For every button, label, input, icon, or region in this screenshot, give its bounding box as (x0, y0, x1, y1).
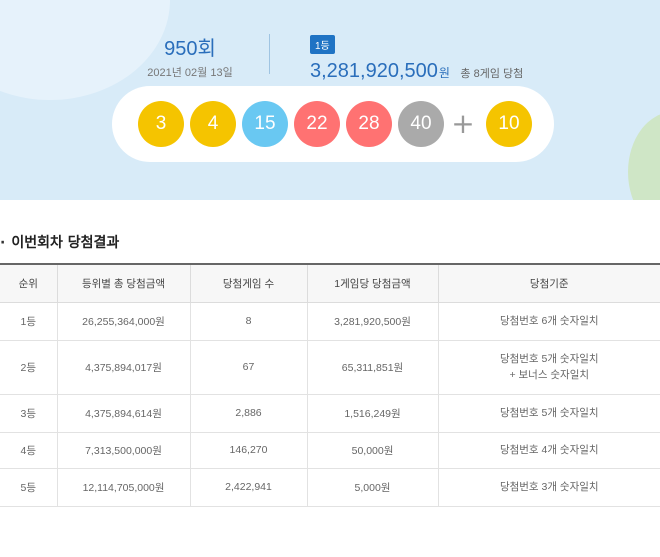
cell-criteria: 당첨번호 6개 숫자일치 (437, 301, 660, 341)
cell-per-game: 50,000원 (306, 431, 439, 469)
cell-per-game: 3,281,920,500원 (306, 301, 439, 341)
cell-total: 4,375,894,614원 (56, 393, 191, 433)
cell-games: 8 (189, 301, 308, 341)
plus-icon: + (451, 107, 475, 140)
number-ball: 3 (138, 101, 184, 147)
first-prize-info: 1등 3,281,920,500원 총 8게임 당첨 (310, 34, 523, 83)
bullet-icon: · (0, 235, 6, 251)
round-number-value: 950 (164, 38, 198, 60)
decorative-circle (628, 112, 660, 200)
table-row: 4등 7,313,500,000원 146,270 50,000원 당첨번호 4… (0, 431, 660, 469)
first-prize-unit: 원 (438, 66, 450, 80)
table-row: 3등 4,375,894,614원 2,886 1,516,249원 당첨번호 … (0, 393, 660, 433)
round-suffix: 회 (197, 38, 216, 60)
header-prize-per-game: 1게임당 당첨금액 (306, 263, 439, 303)
round-info: 950회 2021년 02월 13일 (140, 32, 240, 80)
cell-total: 4,375,894,017원 (56, 339, 191, 395)
number-ball: 4 (190, 101, 236, 147)
number-ball: 22 (294, 101, 340, 147)
table-row: 1등 26,255,364,000원 8 3,281,920,500원 당첨번호… (0, 301, 660, 341)
cell-criteria: 당첨번호 3개 숫자일치 (437, 467, 660, 507)
draw-result-banner: 950회 2021년 02월 13일 1등 3,281,920,500원 총 8… (0, 0, 660, 200)
section-title-text: 이번회차 당첨결과 (11, 235, 120, 251)
draw-date: 2021년 02월 13일 (147, 67, 233, 79)
section-title: · 이번회차 당첨결과 (0, 232, 119, 252)
cell-criteria: 당첨번호 5개 숫자일치 (437, 393, 660, 433)
criteria-line: 당첨번호 3개 숫자일치 (499, 481, 599, 493)
cell-games: 2,422,941 (189, 467, 308, 507)
cell-games: 2,886 (189, 393, 308, 433)
criteria-line: 당첨번호 6개 숫자일치 (499, 315, 599, 327)
results-table: 순위 등위별 총 당첨금액 당첨게임 수 1게임당 당첨금액 당첨기준 1등 2… (0, 263, 660, 507)
table-row: 2등 4,375,894,017원 67 65,311,851원 당첨번호 5개… (0, 339, 660, 395)
cell-rank: 4등 (0, 431, 58, 469)
cell-total: 26,255,364,000원 (56, 301, 191, 341)
cell-games: 67 (189, 339, 308, 395)
header-rank: 순위 (0, 263, 58, 303)
divider (269, 34, 270, 74)
first-prize-amount: 3,281,920,500 (310, 60, 438, 82)
cell-rank: 2등 (0, 339, 58, 395)
rank-badge: 1등 (310, 35, 335, 54)
header-criteria: 당첨기준 (437, 263, 660, 303)
header-total-prize: 등위별 총 당첨금액 (56, 263, 191, 303)
cell-criteria: 당첨번호 5개 숫자일치 + 보너스 숫자일치 (437, 339, 660, 395)
criteria-line: 당첨번호 5개 숫자일치 (499, 353, 599, 365)
criteria-line: 당첨번호 5개 숫자일치 (499, 407, 599, 419)
bonus-ball: 10 (486, 101, 532, 147)
round-number: 950회 (140, 32, 240, 61)
criteria-line: + 보너스 숫자일치 (509, 369, 590, 381)
cell-rank: 1등 (0, 301, 58, 341)
table-header-row: 순위 등위별 총 당첨금액 당첨게임 수 1게임당 당첨금액 당첨기준 (0, 263, 660, 303)
cell-rank: 3등 (0, 393, 58, 433)
number-ball: 15 (242, 101, 288, 147)
cell-per-game: 65,311,851원 (306, 339, 439, 395)
cell-total: 7,313,500,000원 (56, 431, 191, 469)
cell-per-game: 5,000원 (306, 467, 439, 507)
number-ball: 40 (398, 101, 444, 147)
cell-per-game: 1,516,249원 (306, 393, 439, 433)
number-ball: 28 (346, 101, 392, 147)
cell-games: 146,270 (189, 431, 308, 469)
cell-total: 12,114,705,000원 (56, 467, 191, 507)
first-prize-winners: 총 8게임 당첨 (460, 68, 524, 80)
header-winning-games: 당첨게임 수 (189, 263, 308, 303)
table-row: 5등 12,114,705,000원 2,422,941 5,000원 당첨번호… (0, 467, 660, 507)
cell-rank: 5등 (0, 467, 58, 507)
criteria-line: 당첨번호 4개 숫자일치 (499, 444, 599, 456)
cell-criteria: 당첨번호 4개 숫자일치 (437, 431, 660, 469)
winning-numbers-panel: 3 4 15 22 28 40 + 10 (112, 86, 554, 162)
